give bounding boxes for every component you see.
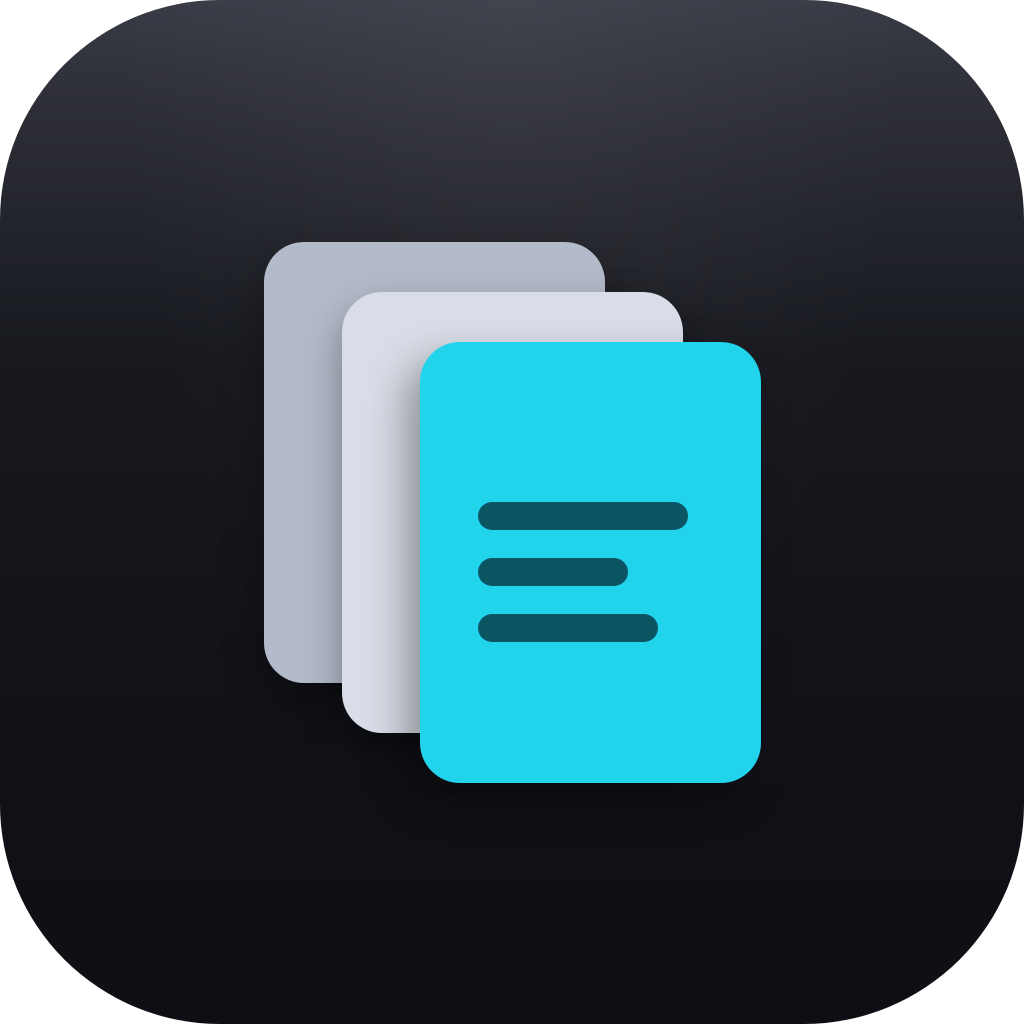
document-text-line (478, 502, 688, 530)
front-document-sheet (420, 342, 761, 783)
document-text-line (478, 614, 658, 642)
app-icon-tile (0, 0, 1024, 1024)
document-text-line (478, 558, 628, 586)
